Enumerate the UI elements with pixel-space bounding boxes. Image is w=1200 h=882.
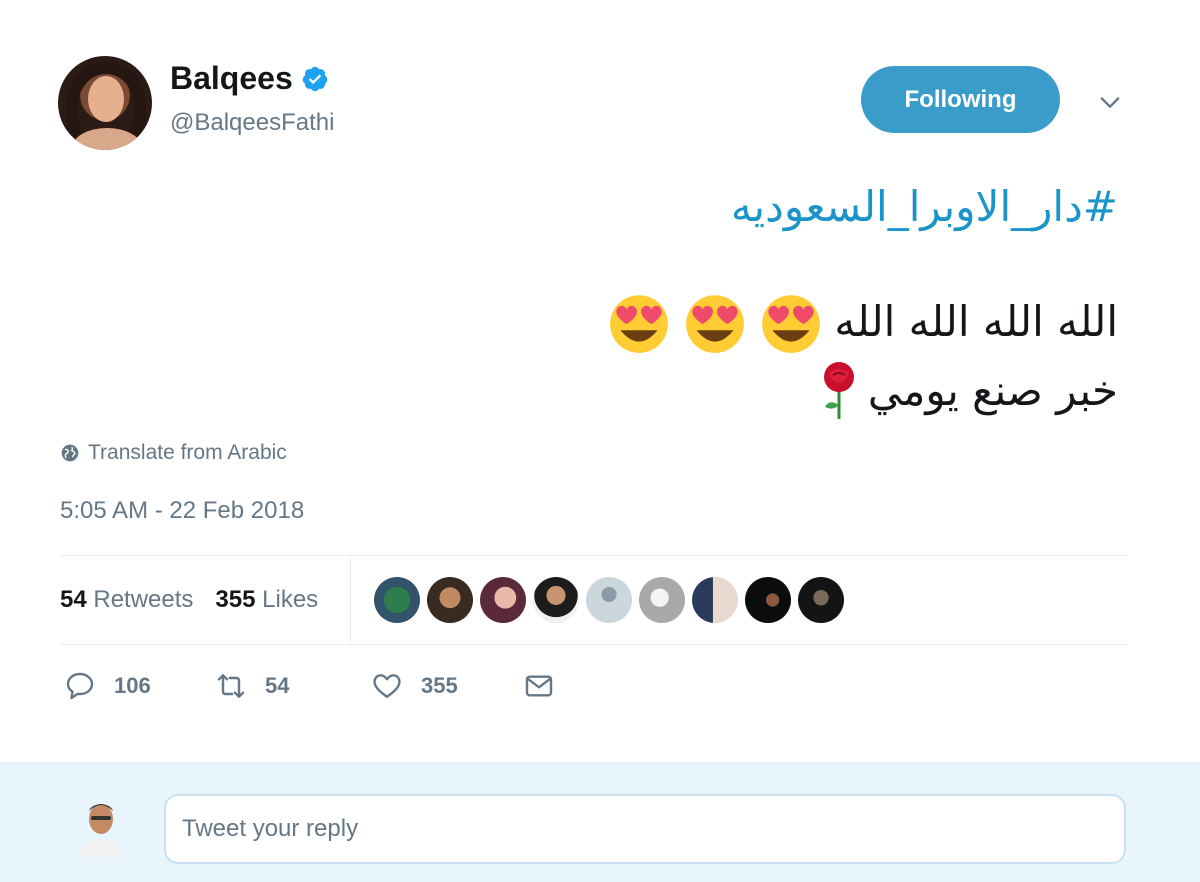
tweet-text: #دار_الاوبرا_السعوديه الله الله الله الل… <box>318 175 1118 423</box>
tweet-actions: 106 54 355 <box>64 670 555 702</box>
liker-avatar[interactable] <box>692 577 738 623</box>
tweet-line-2-text: خبر صنع يومي <box>867 366 1118 415</box>
liker-avatar[interactable] <box>533 577 579 623</box>
rose-emoji-icon <box>823 362 854 419</box>
translate-link[interactable]: Translate from Arabic <box>60 441 287 465</box>
following-button[interactable]: Following <box>861 66 1060 133</box>
liker-avatar[interactable] <box>745 577 791 623</box>
tweet-line-2: خبر صنع يومي <box>318 359 1118 423</box>
tweet-line-1-text: الله الله الله الله <box>834 297 1118 346</box>
tweet-card: Balqees @BalqeesFathi Following #دار_الا… <box>0 0 1200 882</box>
envelope-icon <box>525 675 553 697</box>
globe-icon <box>61 444 79 462</box>
tweet-stats: 54 Retweets 355 Likes <box>60 556 1128 644</box>
retweets-label: Retweets <box>93 586 194 613</box>
reply-icon <box>66 672 94 700</box>
reply-button[interactable]: 106 <box>64 670 215 702</box>
likes-stat[interactable]: 355 Likes <box>215 586 318 614</box>
liker-avatar[interactable] <box>480 577 526 623</box>
reply-count: 106 <box>114 673 151 698</box>
author-name-row: Balqees <box>170 60 329 97</box>
direct-message-button[interactable] <box>523 670 555 702</box>
heart-eyes-emoji-icon <box>762 295 821 353</box>
reply-input[interactable]: Tweet your reply <box>164 794 1126 864</box>
liker-avatar[interactable] <box>427 577 473 623</box>
retweet-icon <box>217 674 245 698</box>
author-name[interactable]: Balqees <box>170 60 293 97</box>
heart-eyes-emoji-icon <box>686 295 745 353</box>
retweet-count: 54 <box>265 673 290 698</box>
like-button[interactable]: 355 <box>371 670 523 702</box>
author-avatar[interactable] <box>58 56 152 150</box>
retweets-count: 54 <box>60 586 87 613</box>
author-handle[interactable]: @BalqeesFathi <box>170 109 334 137</box>
verified-badge-icon <box>302 66 327 91</box>
retweets-stat[interactable]: 54 Retweets <box>60 586 193 614</box>
tweet-timestamp[interactable]: 5:05 AM - 22 Feb 2018 <box>60 497 304 525</box>
heart-eyes-emoji-icon <box>610 295 669 353</box>
liker-avatar[interactable] <box>798 577 844 623</box>
likes-count: 355 <box>215 586 256 613</box>
translate-label: Translate from Arabic <box>88 441 287 464</box>
stats-divider <box>350 556 351 644</box>
liker-avatars <box>374 577 844 623</box>
likes-label: Likes <box>262 586 319 613</box>
liker-avatar[interactable] <box>639 577 685 623</box>
reply-placeholder: Tweet your reply <box>182 815 359 842</box>
current-user-avatar <box>74 797 128 857</box>
liker-avatar[interactable] <box>374 577 420 623</box>
heart-icon <box>373 674 401 698</box>
like-count: 355 <box>421 673 458 698</box>
divider <box>60 644 1128 645</box>
tweet-line-1: الله الله الله الله <box>318 289 1118 355</box>
liker-avatar[interactable] <box>586 577 632 623</box>
chevron-down-icon[interactable] <box>1096 88 1124 116</box>
hashtag-link[interactable]: #دار_الاوبرا_السعوديه <box>318 175 1118 239</box>
retweet-button[interactable]: 54 <box>215 670 371 702</box>
